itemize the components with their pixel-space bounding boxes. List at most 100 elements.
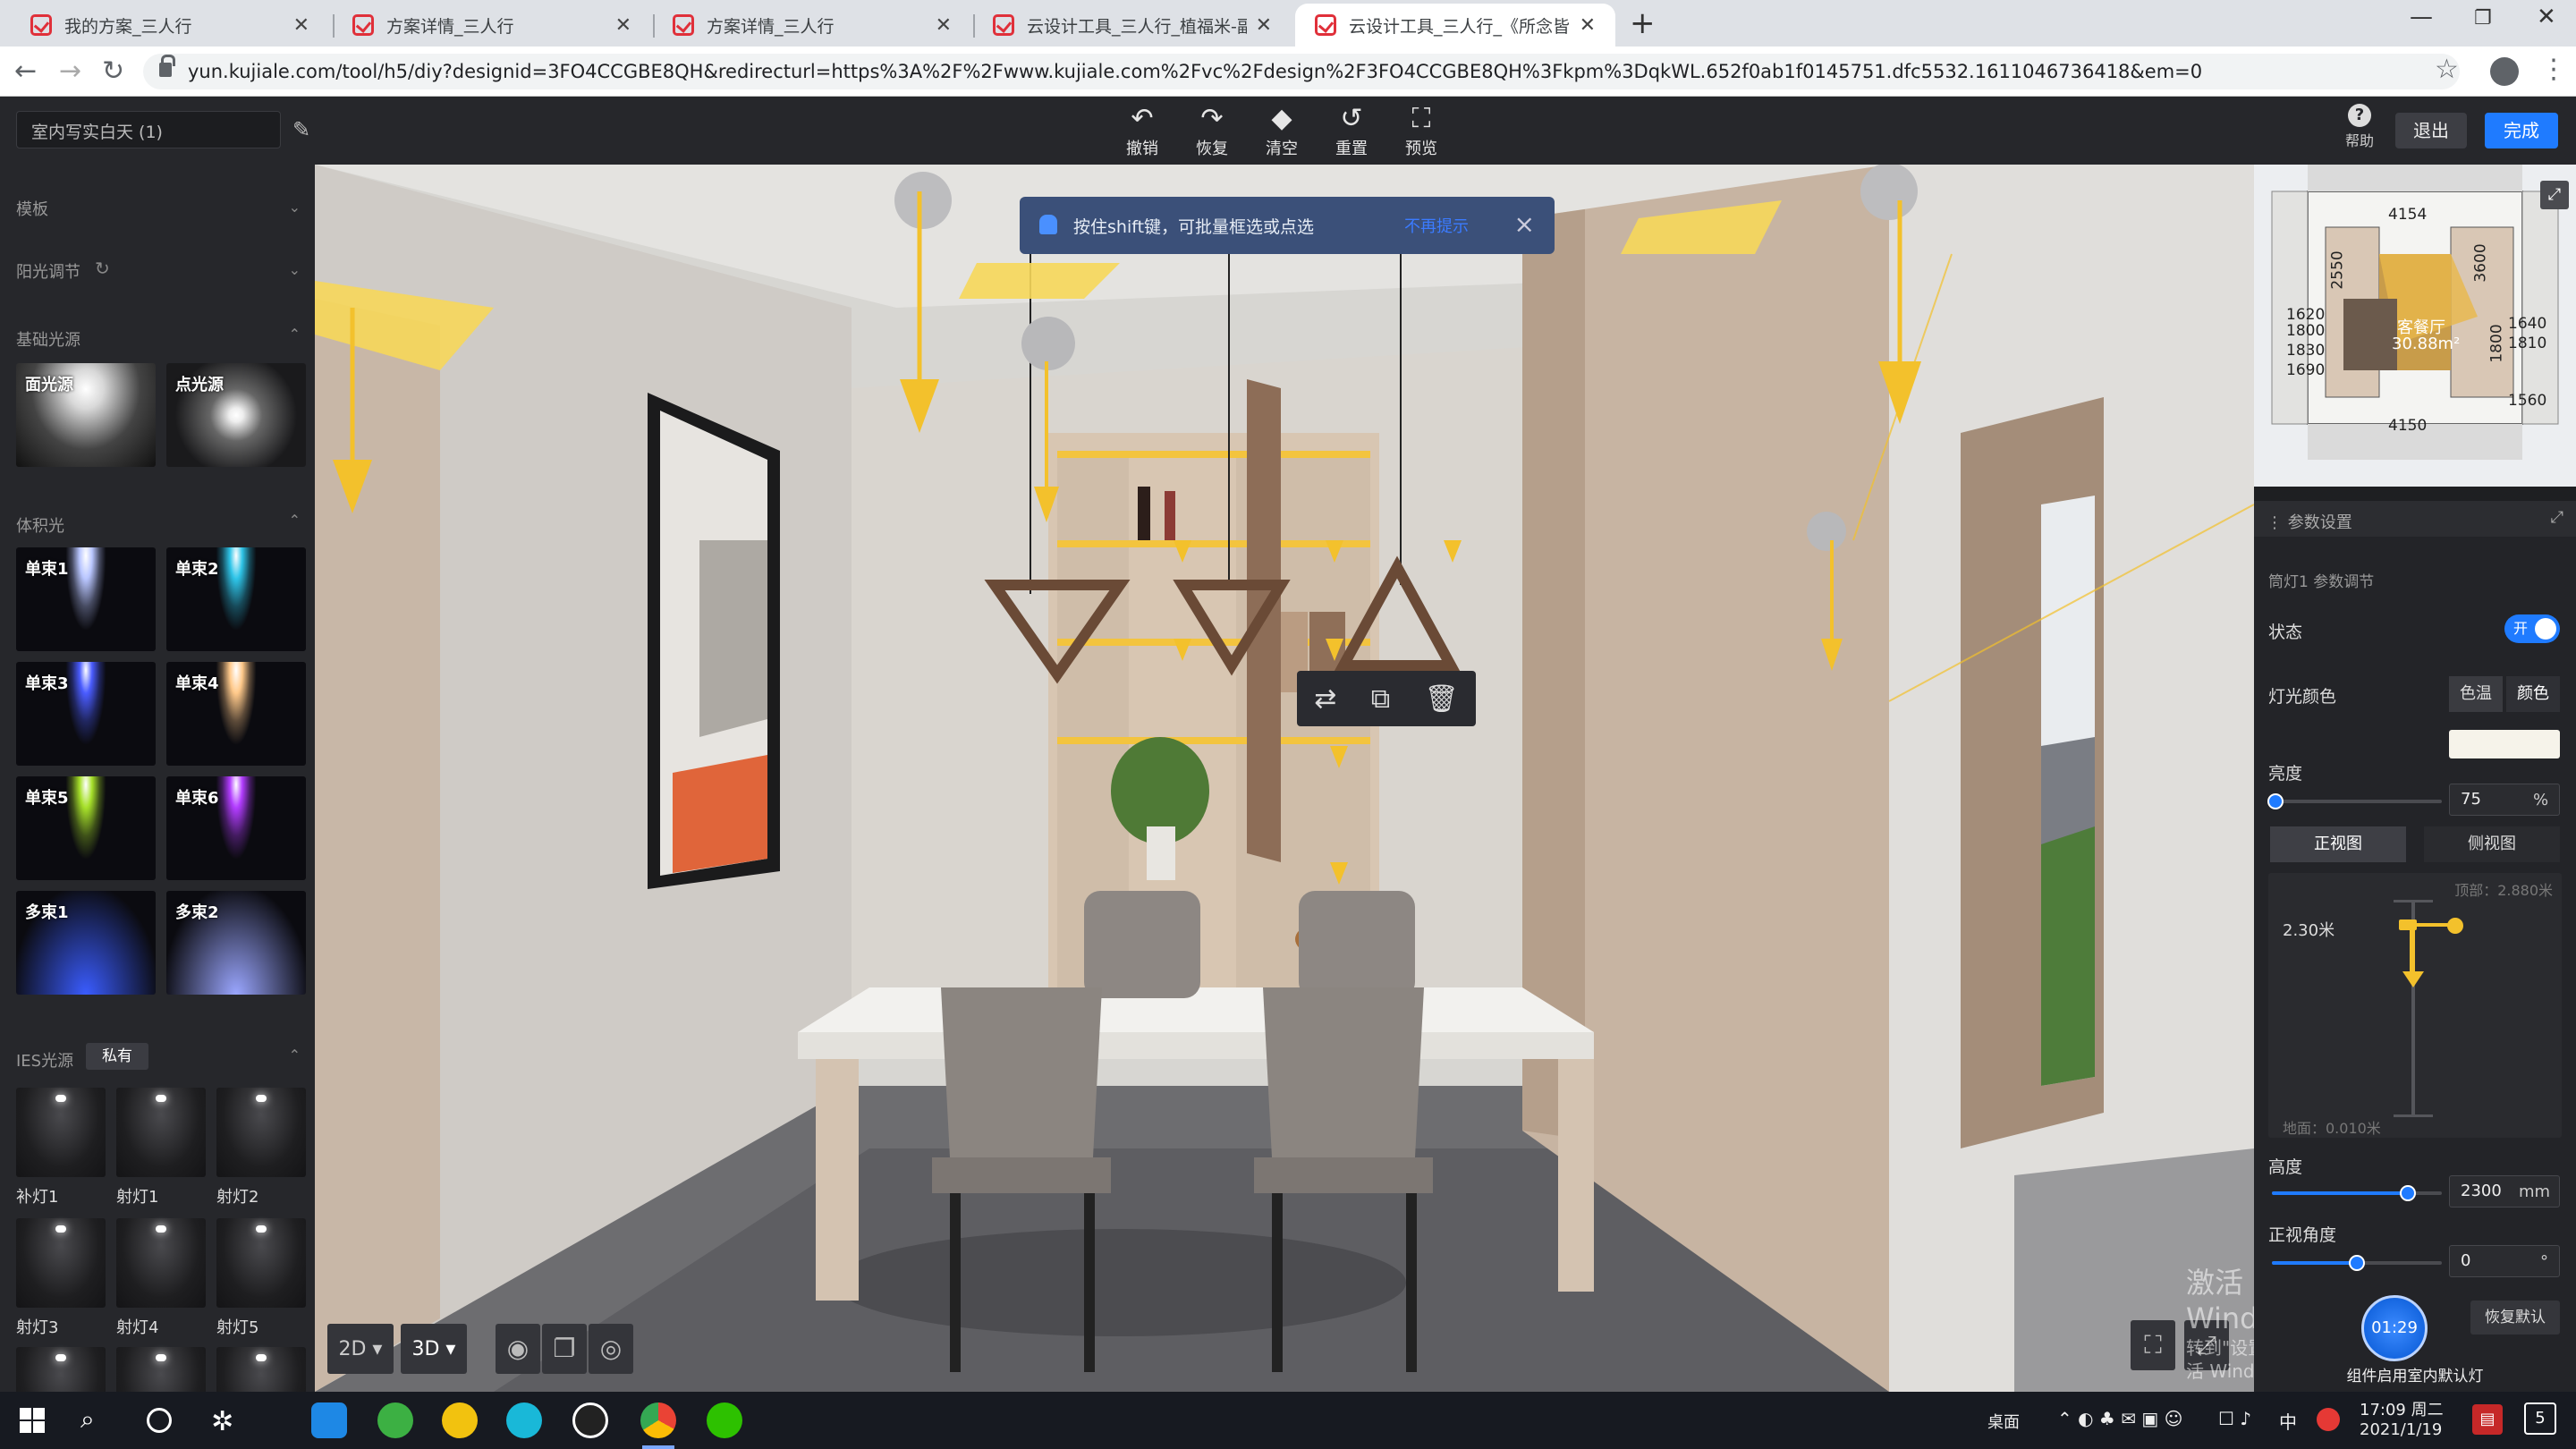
recording-timer[interactable]: 01:29 [2361,1295,2428,1361]
close-icon[interactable]: ✕ [1256,14,1272,37]
scheme-name-field[interactable]: 室内写实白天 (1) [16,111,281,148]
clock-time[interactable]: 17:09 周二 [2360,1397,2444,1420]
bookmark-star-icon[interactable]: ☆ [2435,54,2459,85]
brightness-slider-knob[interactable] [2267,793,2284,809]
browser-360-icon[interactable] [377,1402,413,1438]
app-icon[interactable] [506,1402,542,1438]
tab-color[interactable]: 颜色 [2506,676,2560,712]
volume-light-tile[interactable]: 多束1 [16,891,156,995]
volume-light-tile[interactable]: 单束2 [166,547,306,651]
height-drag-knob[interactable] [2447,918,2463,934]
refresh-icon[interactable]: ↻ [95,258,110,279]
drag-handle-icon[interactable]: ⋮ [2267,513,2283,532]
volume-light-tile[interactable]: 单束5 [16,776,156,880]
close-icon[interactable]: ✕ [293,14,309,37]
exit-button[interactable]: 退出 [2395,113,2467,148]
windows-start-icon[interactable] [20,1408,45,1433]
layers-icon[interactable]: ❐ [542,1324,587,1374]
chevron-up-icon[interactable]: ⌃ [289,326,301,343]
tab-private[interactable]: 私有 [86,1043,148,1070]
point-light-tile[interactable]: 点光源 [166,363,306,467]
close-window-icon[interactable]: ✕ [2537,4,2556,30]
ies-light-tile[interactable] [116,1218,206,1308]
app-icon[interactable] [442,1402,478,1438]
browser-tab-active[interactable]: 云设计工具_三人行_《所念皆星 ✕ [1295,4,1615,47]
sun-adjust-section[interactable]: 阳光调节 [16,259,80,283]
tab-color-temp[interactable]: 色温 [2449,676,2503,712]
ies-light-tile[interactable] [216,1347,306,1392]
close-icon[interactable]: × [1514,209,1535,239]
reset-button[interactable]: ↺ 重置 [1320,102,1383,159]
brightness-slider[interactable] [2267,793,2442,809]
volume-light-tile[interactable]: 单束1 [16,547,156,651]
area-light-tile[interactable]: 面光源 [16,363,156,467]
ies-light-tile[interactable] [116,1088,206,1177]
volume-light-tile[interactable]: 单束4 [166,662,306,766]
tab-side-view[interactable]: 侧视图 [2424,826,2560,862]
eye-icon[interactable]: ◉ [496,1324,540,1374]
expand-icon[interactable]: ⤢ [2551,508,2563,527]
network-icon[interactable]: ☐ ♪ [2218,1408,2251,1429]
mail-icon[interactable] [311,1402,347,1438]
close-icon[interactable]: ✕ [1580,14,1596,37]
angle-slider[interactable] [2272,1255,2442,1271]
3d-viewport[interactable]: 按住shift键，可批量框选或点选 不再提示 × ⇄ ⧉ 🗑 2D ▾ 3D ▾… [315,165,2254,1392]
volume-light-tile[interactable]: 单束3 [16,662,156,766]
height-slider[interactable] [2272,1185,2442,1201]
qq-icon[interactable] [572,1402,608,1438]
chevron-down-icon[interactable]: ⌄ [289,199,301,216]
forward-arrow-icon[interactable]: → [59,55,81,87]
browser-tab[interactable]: 方案详情_三人行 ✕ [653,4,971,47]
browser-tab[interactable]: 方案详情_三人行 ✕ [333,4,651,47]
ies-light-tile[interactable] [116,1347,206,1392]
expand-minimap-icon[interactable]: ⤢ [2540,181,2569,209]
help-button[interactable]: ? 帮助 [2338,104,2381,150]
trash-icon[interactable]: 🗑 [1425,683,1459,715]
edit-pencil-icon[interactable]: ✎ [284,111,318,148]
done-button[interactable]: 完成 [2485,113,2558,148]
action-center-badge[interactable]: 5 [2524,1402,2556,1435]
search-icon[interactable]: ⌕ [80,1404,95,1435]
ies-light-tile[interactable] [216,1218,306,1308]
new-tab-button[interactable]: + [1630,5,1656,41]
volume-light-tile[interactable]: 单束6 [166,776,306,880]
ime-indicator[interactable]: 中 [2279,1408,2297,1434]
duplicate-icon[interactable]: ⧉ [1371,683,1390,715]
antivirus-icon[interactable] [2317,1408,2340,1431]
chrome-icon[interactable] [640,1402,676,1438]
browser-tab[interactable]: 云设计工具_三人行_植福米-副本 ✕ [973,4,1292,47]
ies-light-tile[interactable] [16,1088,106,1177]
chevron-up-icon[interactable]: ⌃ [289,1046,301,1063]
height-slider-knob[interactable] [2400,1185,2416,1201]
ies-light-tile[interactable] [16,1218,106,1308]
light-color-swatch[interactable] [2449,730,2560,758]
restore-default-button[interactable]: 恢复默认 [2470,1301,2560,1335]
profile-avatar-icon[interactable] [2490,57,2519,86]
preview-button[interactable]: ⛶ 预览 [1390,102,1453,159]
task-view-icon[interactable]: ✲ [211,1406,233,1437]
swap-icon[interactable]: ⇄ [1314,683,1336,715]
wechat-icon[interactable] [707,1402,742,1438]
floor-plan-minimap[interactable]: 4154 2550 1800 1620 1830 1690 3600 1640 … [2254,165,2576,487]
notification-icon[interactable]: ▤ [2472,1404,2503,1435]
chevron-up-icon[interactable]: ⌃ [289,512,301,529]
redo-button[interactable]: ↷ 恢复 [1181,102,1243,159]
tooltip-dismiss-link[interactable]: 不再提示 [1404,214,1469,237]
angle-slider-knob[interactable] [2349,1255,2365,1271]
compass-icon[interactable]: ◎ [589,1324,633,1374]
desktop-label[interactable]: 桌面 [1987,1410,2020,1433]
view-2d-button[interactable]: 2D ▾ [327,1324,394,1374]
clear-button[interactable]: ◆ 清空 [1250,102,1313,159]
tray-icons[interactable]: ⌃ ◐ ♣ ✉ ▣ ☺ [2057,1408,2182,1429]
cortana-icon[interactable] [147,1408,172,1433]
chevron-down-icon[interactable]: ⌄ [289,261,301,278]
reload-icon[interactable]: ↻ [102,55,124,87]
back-arrow-icon[interactable]: ← [14,55,37,87]
minimize-icon[interactable]: — [2410,4,2433,30]
close-icon[interactable]: ✕ [615,14,631,37]
restore-window-icon[interactable]: ❐ [2474,7,2492,30]
url-field[interactable]: yun.kujiale.com/tool/h5/diy?designid=3FO… [143,54,2460,89]
view-3d-button[interactable]: 3D ▾ [401,1324,467,1374]
browser-tab[interactable]: 我的方案_三人行 ✕ [11,4,329,47]
screenshot-icon[interactable]: ⛶ [2131,1320,2175,1370]
